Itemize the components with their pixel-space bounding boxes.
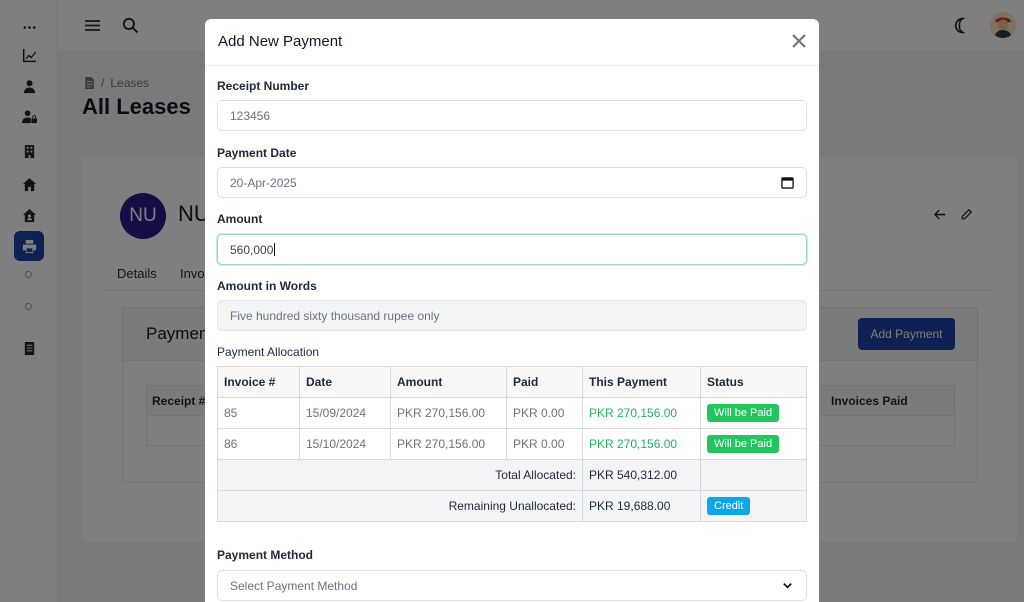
remaining-unallocated-value: PKR 19,688.00: [582, 490, 701, 522]
this-payment-amount: PKR 270,156.00: [582, 397, 701, 429]
invoice-date: 15/09/2024: [299, 397, 391, 429]
payment-method-select[interactable]: Select Payment Method: [217, 570, 807, 601]
payment-allocation-table: Invoice # Date Amount Paid This Payment …: [217, 366, 807, 522]
add-payment-modal: Add New Payment Receipt Number 123456 Pa…: [205, 19, 819, 602]
column-header-status: Status: [700, 366, 807, 398]
invoice-paid: PKR 0.00: [506, 428, 583, 460]
modal-header-divider: [205, 65, 819, 66]
total-allocated-status: [700, 459, 807, 491]
receipt-number-label: Receipt Number: [217, 79, 310, 93]
payment-allocation-label: Payment Allocation: [217, 345, 320, 359]
remaining-status-cell: Credit: [700, 490, 807, 522]
this-payment-amount: PKR 270,156.00: [582, 428, 701, 460]
table-row: 86 15/10/2024 PKR 270,156.00 PKR 0.00 PK…: [217, 428, 807, 460]
invoice-amount: PKR 270,156.00: [390, 397, 507, 429]
payment-date-label: Payment Date: [217, 146, 297, 160]
column-header-this-payment: This Payment: [582, 366, 701, 398]
status-badge: Will be Paid: [707, 435, 780, 453]
modal-title: Add New Payment: [218, 33, 343, 50]
amount-label: Amount: [217, 212, 263, 226]
amount-words-label: Amount in Words: [217, 279, 317, 293]
invoice-date: 15/10/2024: [299, 428, 391, 460]
column-header-amount: Amount: [390, 366, 507, 398]
amount-words-value: Five hundred sixty thousand rupee only: [230, 308, 440, 323]
status-cell: Will be Paid: [700, 397, 807, 429]
total-allocated-value: PKR 540,312.00: [582, 459, 701, 491]
total-allocated-row: Total Allocated: PKR 540,312.00: [217, 459, 807, 491]
column-header-paid: Paid: [506, 366, 583, 398]
payment-method-label: Payment Method: [217, 548, 314, 562]
close-icon[interactable]: [792, 34, 808, 50]
payment-date-value: 20-Apr-2025: [230, 175, 297, 190]
amount-value: 560,000: [230, 242, 274, 257]
column-header-date: Date: [299, 366, 391, 398]
table-row: 85 15/09/2024 PKR 270,156.00 PKR 0.00 PK…: [217, 397, 807, 429]
credit-badge: Credit: [707, 497, 751, 515]
remaining-unallocated-label: Remaining Unallocated:: [217, 490, 583, 522]
column-header-invoice: Invoice #: [217, 366, 300, 398]
payment-date-input[interactable]: 20-Apr-2025: [217, 167, 807, 198]
receipt-number-input[interactable]: 123456: [217, 100, 807, 131]
chevron-down-icon: [783, 583, 792, 589]
status-cell: Will be Paid: [700, 428, 807, 460]
status-badge: Will be Paid: [707, 404, 780, 422]
invoice-number: 85: [217, 397, 300, 429]
text-cursor: [274, 243, 276, 256]
remaining-unallocated-row: Remaining Unallocated: PKR 19,688.00 Cre…: [217, 490, 807, 522]
receipt-number-value: 123456: [230, 108, 271, 123]
allocation-header-row: Invoice # Date Amount Paid This Payment …: [217, 366, 807, 398]
invoice-amount: PKR 270,156.00: [390, 428, 507, 460]
invoice-number: 86: [217, 428, 300, 460]
amount-words-field: Five hundred sixty thousand rupee only: [217, 300, 807, 331]
payment-method-placeholder: Select Payment Method: [230, 578, 358, 593]
invoice-paid: PKR 0.00: [506, 397, 583, 429]
calendar-icon[interactable]: [781, 176, 794, 189]
amount-input[interactable]: 560,000: [217, 234, 807, 265]
total-allocated-label: Total Allocated:: [217, 459, 583, 491]
